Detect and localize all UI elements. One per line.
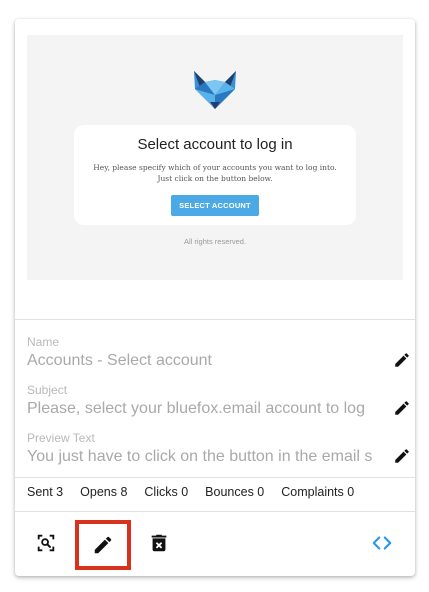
- stat-sent: Sent 3: [27, 485, 64, 499]
- trash-icon[interactable]: [148, 532, 170, 554]
- email-preview-canvas: Select account to log in Hey, please spe…: [27, 35, 403, 280]
- edit-name-pencil-icon[interactable]: [393, 351, 411, 369]
- name-field: Name Accounts - Select account: [27, 335, 403, 371]
- name-value: Accounts - Select account: [27, 352, 212, 369]
- stats-row: Sent 3 Opens 8 Clicks 0 Bounces 0 Compla…: [27, 485, 371, 499]
- name-label: Name: [27, 335, 60, 349]
- preview-text-field: Preview Text You just have to click on t…: [27, 431, 403, 467]
- email-content-box: Select account to log in Hey, please spe…: [74, 125, 356, 225]
- subject-value: Please, select your bluefox.email accoun…: [27, 400, 365, 417]
- stat-clicks: Clicks 0: [144, 485, 189, 499]
- subject-label: Subject: [27, 383, 68, 397]
- email-preview[interactable]: Select account to log in Hey, please spe…: [15, 19, 415, 319]
- divider: [15, 477, 415, 478]
- edit-subject-pencil-icon[interactable]: [393, 399, 411, 417]
- select-account-button: SELECT ACCOUNT: [171, 195, 259, 216]
- email-template-card: Select account to log in Hey, please spe…: [15, 19, 415, 576]
- code-icon[interactable]: [371, 532, 393, 554]
- bluefox-logo-icon: [194, 71, 236, 109]
- pencil-icon[interactable]: [92, 534, 114, 556]
- divider: [15, 511, 415, 512]
- stat-bounces: Bounces 0: [205, 485, 265, 499]
- edit-preview-text-pencil-icon[interactable]: [393, 447, 411, 465]
- subject-field: Subject Please, select your bluefox.emai…: [27, 383, 403, 419]
- stat-opens: Opens 8: [80, 485, 128, 499]
- divider: [15, 319, 415, 320]
- stat-complaints: Complaints 0: [281, 485, 355, 499]
- zoom-preview-icon[interactable]: [35, 532, 57, 554]
- email-heading: Select account to log in: [137, 136, 293, 153]
- preview-text-value: You just have to click on the button in …: [27, 448, 373, 465]
- email-body-text: Hey, please specify which of your accoun…: [93, 163, 337, 183]
- preview-text-label: Preview Text: [27, 431, 95, 445]
- email-footer-text: All rights reserved.: [183, 237, 247, 246]
